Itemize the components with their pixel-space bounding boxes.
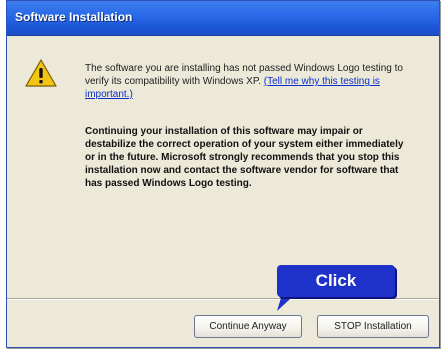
click-callout-label: Click (315, 271, 357, 290)
window-title: Software Installation (15, 10, 133, 24)
divider (7, 298, 439, 300)
warning-icon (25, 59, 57, 87)
compatibility-message: The software you are installing has not … (85, 62, 411, 101)
continue-anyway-button[interactable]: Continue Anyway (194, 315, 302, 338)
stop-recommendation-text: Continuing your installation of this sof… (85, 126, 404, 189)
stop-installation-button[interactable]: STOP Installation (317, 315, 429, 338)
title-bar[interactable]: Software Installation (7, 1, 439, 36)
